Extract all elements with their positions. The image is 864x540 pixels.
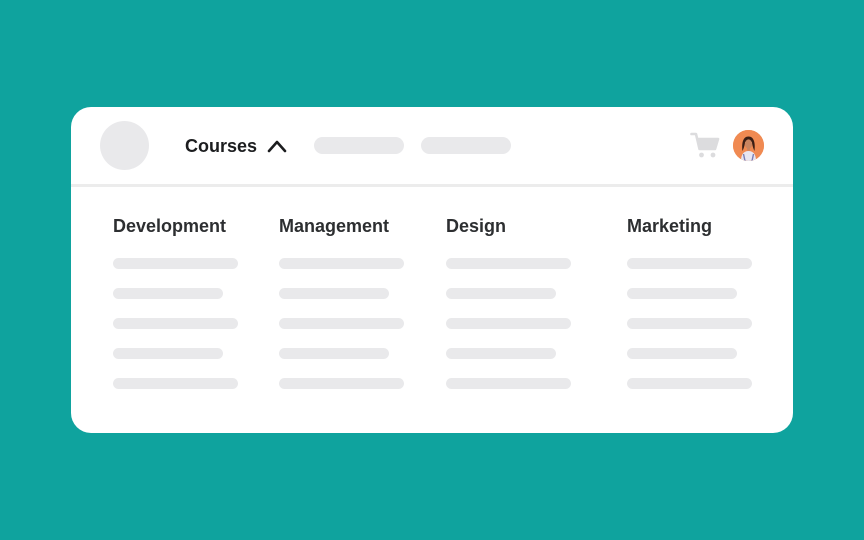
menu-link-placeholder[interactable]: [627, 348, 737, 359]
menu-link-placeholder[interactable]: [279, 378, 404, 389]
menu-link-placeholder[interactable]: [627, 318, 752, 329]
category-column-management: Management: [279, 213, 389, 239]
category-title[interactable]: Design: [446, 213, 506, 239]
menu-link-placeholder[interactable]: [279, 318, 404, 329]
category-title[interactable]: Development: [113, 213, 226, 239]
menu-link-placeholder[interactable]: [113, 348, 223, 359]
menu-link-placeholder[interactable]: [627, 288, 737, 299]
menu-link-placeholder[interactable]: [627, 258, 752, 269]
category-column-marketing: Marketing: [627, 213, 712, 239]
courses-dropdown-card: Courses Development Management Design Ma…: [71, 107, 793, 433]
category-column-development: Development: [113, 213, 226, 239]
category-title[interactable]: Management: [279, 213, 389, 239]
logo-placeholder[interactable]: [100, 121, 149, 170]
shopping-cart-icon[interactable]: [690, 131, 720, 159]
menu-link-placeholder[interactable]: [113, 378, 238, 389]
menu-link-placeholder[interactable]: [113, 258, 238, 269]
menu-link-placeholder[interactable]: [113, 288, 223, 299]
menu-link-placeholder[interactable]: [446, 348, 556, 359]
menu-link-placeholder[interactable]: [446, 258, 571, 269]
top-navigation-bar: Courses: [71, 107, 793, 187]
courses-menu-label: Courses: [185, 135, 258, 156]
menu-link-placeholder[interactable]: [279, 258, 404, 269]
user-avatar[interactable]: [733, 130, 764, 161]
chevron-up-icon: [267, 139, 287, 153]
courses-menu-toggle[interactable]: Courses: [185, 133, 287, 159]
menu-link-placeholder[interactable]: [113, 318, 238, 329]
nav-link-placeholder[interactable]: [421, 137, 511, 154]
menu-link-placeholder[interactable]: [446, 288, 556, 299]
menu-link-placeholder[interactable]: [446, 378, 571, 389]
nav-link-placeholder[interactable]: [314, 137, 404, 154]
category-column-design: Design: [446, 213, 506, 239]
menu-link-placeholder[interactable]: [279, 288, 389, 299]
menu-link-placeholder[interactable]: [279, 348, 389, 359]
menu-link-placeholder[interactable]: [446, 318, 571, 329]
menu-link-placeholder[interactable]: [627, 378, 752, 389]
category-title[interactable]: Marketing: [627, 213, 712, 239]
